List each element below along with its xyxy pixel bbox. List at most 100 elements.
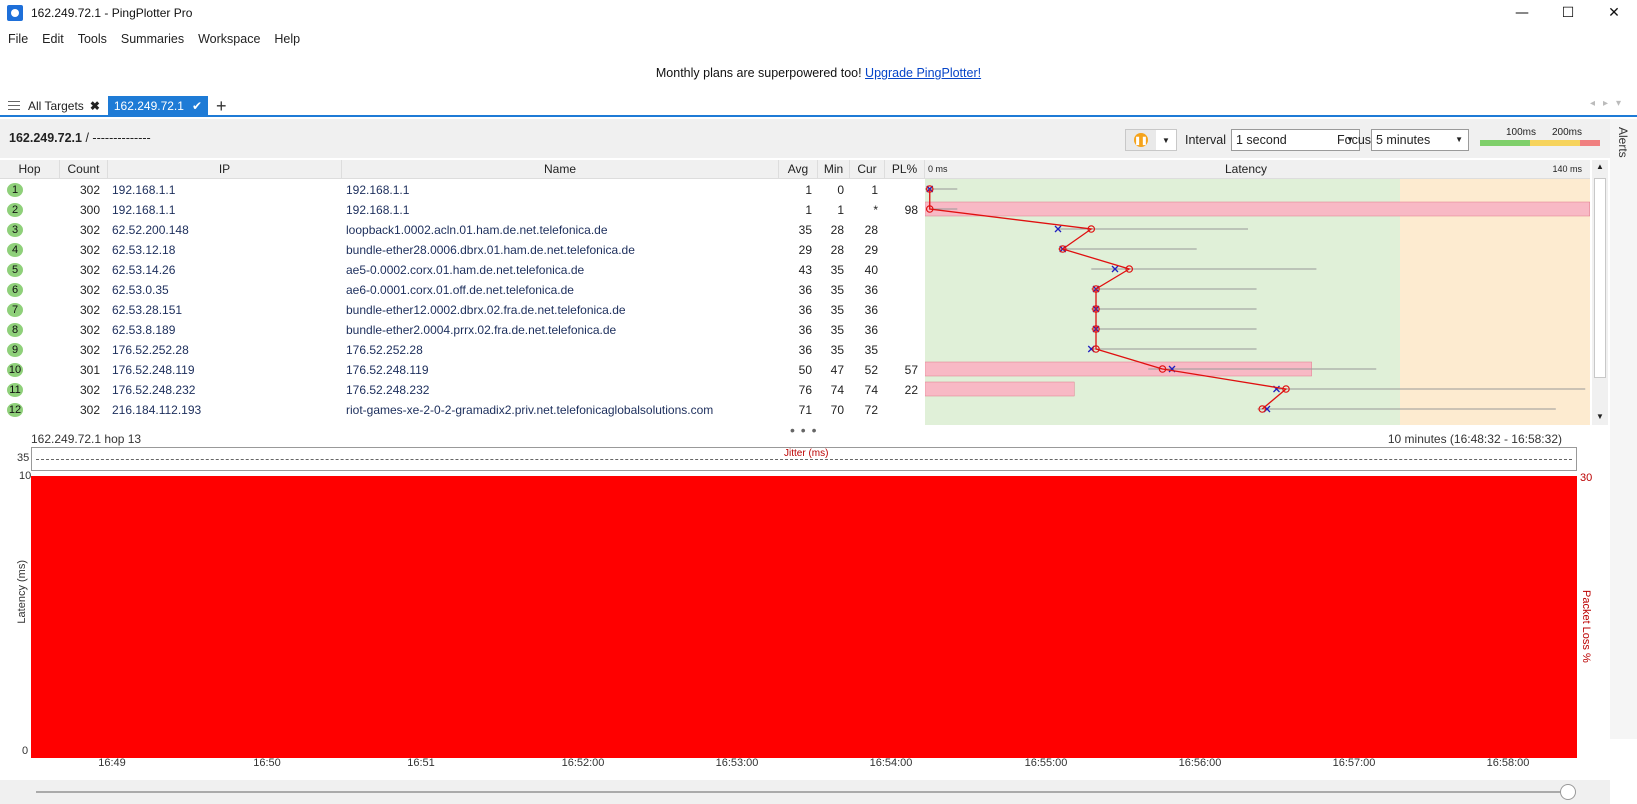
col-cur[interactable]: Cur [850,160,885,179]
table-row[interactable]: 1 302 192.168.1.1 192.168.1.1 1 0 1 [0,180,925,200]
cell-avg: 36 [798,303,812,317]
breadcrumb-name: -------------- [92,131,151,145]
alerts-sidebar[interactable]: Alerts [1610,119,1637,739]
cell-pl: 98 [904,203,918,217]
timeline-chart[interactable] [31,476,1577,758]
breadcrumb-target: 162.249.72.1 [9,131,82,145]
menu-file[interactable]: File [8,32,28,46]
cell-count: 302 [79,183,100,197]
cell-pl [888,320,918,340]
tab-all-targets-label: All Targets [28,98,84,113]
cell-count: 302 [79,323,100,337]
x-tick: 16:56:00 [1178,757,1222,769]
cell-ip: 176.52.248.232 [112,383,196,397]
cell-name: ae5-0.0002.corx.01.ham.de.net.telefonica… [346,263,585,277]
hop-number: 12 [7,403,23,417]
table-row[interactable]: 7 302 62.53.28.151 bundle-ether12.0002.dbrx… [0,300,925,320]
cell-count: 302 [79,263,100,277]
tab-target[interactable]: 162.249.72.1 ✔ [107,96,209,115]
col-avg[interactable]: Avg [779,160,818,179]
x-tick: 16:49 [98,757,126,769]
cell-cur: 52 [864,363,878,377]
cell-name: 192.168.1.1 [346,183,410,197]
latency-max-label: 140 ms [1552,164,1582,174]
cell-pl [888,300,918,320]
table-row[interactable]: 4 302 62.53.12.18 bundle-ether28.0006.dbrx.… [0,240,925,260]
cell-cur: 35 [864,343,878,357]
tab-scroll-arrows[interactable]: ◂▸▾ [1590,98,1629,109]
scroll-thumb[interactable] [1594,178,1606,378]
cell-min: 28 [830,223,844,237]
table-row[interactable]: 5 302 62.53.14.26 ae5-0.0002.corx.01.ham.de… [0,260,925,280]
hop-number: 4 [7,243,23,257]
tab-all-targets[interactable]: All Targets ✖ [0,96,108,115]
cell-cur: 36 [864,283,878,297]
check-icon: ✔ [191,98,203,113]
hop-number: 2 [7,203,23,217]
col-ip[interactable]: IP [108,160,342,179]
cell-min: 35 [830,303,844,317]
alerts-label: Alerts [1616,127,1630,158]
table-row[interactable]: 6 302 62.53.0.35 ae6-0.0001.corx.01.off.de.… [0,280,925,300]
cell-cur: * [873,203,878,217]
col-min[interactable]: Min [818,160,850,179]
y-max: 10 [19,470,32,482]
table-row[interactable]: 10 301 176.52.248.119 176.52.248.119 50 47 52 5… [0,360,925,380]
table-scrollbar[interactable]: ▲ ▼ [1592,160,1608,425]
table-row[interactable]: 11 302 176.52.248.232 176.52.248.232 76 74 74 2… [0,380,925,400]
cell-cur: 74 [864,383,878,397]
hop-number: 9 [7,343,23,357]
slider-handle[interactable] [1560,784,1576,800]
cell-name: 176.52.248.232 [346,383,430,397]
cell-avg: 35 [798,223,812,237]
menu-tools[interactable]: Tools [78,32,107,46]
legend-100: 100ms [1506,127,1537,138]
hop-number: 8 [7,323,23,337]
timeline-range[interactable]: 10 minutes (16:48:32 - 16:58:32) [1388,432,1562,446]
table-row[interactable]: 9 302 176.52.252.28 176.52.252.28 36 35 35 [0,340,925,360]
menu-help[interactable]: Help [274,32,300,46]
cell-min: 47 [830,363,844,377]
cell-name: bundle-ether12.0002.dbrx.02.fra.de.net.t… [346,303,626,317]
menu-edit[interactable]: Edit [42,32,64,46]
cell-ip: 216.184.112.193 [112,403,202,417]
toolbar: 162.249.72.1 / -------------- ❚❚ ▼ Inter… [0,119,1610,158]
upgrade-link[interactable]: Upgrade PingPlotter! [865,66,981,80]
latency-title: Latency [1225,162,1268,176]
y-axis-label: Latency (ms) [16,560,28,624]
pause-button[interactable]: ❚❚ ▼ [1125,129,1177,151]
cell-cur: 28 [864,223,878,237]
table-row[interactable]: 3 302 62.52.200.148 loopback1.0002.acln.01.… [0,220,925,240]
table-row[interactable]: 2 300 192.168.1.1 192.168.1.1 1 1 * 98 [0,200,925,220]
scroll-up-icon[interactable]: ▲ [1596,162,1604,171]
scroll-down-icon[interactable]: ▼ [1596,412,1604,421]
close-tab-icon[interactable]: ✖ [90,99,100,113]
time-slider[interactable] [0,780,1610,804]
cell-ip: 62.52.200.148 [112,223,189,237]
minimize-button[interactable]: — [1499,0,1545,25]
jitter-graph: Jitter (ms) [31,447,1577,471]
focus-select[interactable]: 5 minutes [1371,129,1469,151]
cell-name: riot-games-xe-2-0-2-gramadix2.priv.net.t… [346,403,714,417]
col-name[interactable]: Name [342,160,779,179]
add-tab-button[interactable]: + [216,97,227,115]
chevron-down-icon[interactable]: ▼ [1156,130,1176,150]
tab-bar: All Targets ✖ 162.249.72.1 ✔ + ◂▸▾ [0,96,1637,117]
table-row[interactable]: 8 302 62.53.8.189 bundle-ether2.0004.prrx.0… [0,320,925,340]
legend-green [1480,140,1530,146]
title-bar: 162.249.72.1 - PingPlotter Pro — ☐ ✕ [0,0,1637,25]
col-count[interactable]: Count [60,160,108,179]
col-hop[interactable]: Hop [0,160,60,179]
cell-min: 35 [830,323,844,337]
x-tick: 16:50 [253,757,281,769]
cell-avg: 1 [805,203,812,217]
legend-red [1580,140,1600,146]
table-row[interactable]: 12 302 216.184.112.193 riot-games-xe-2-0-2-… [0,400,925,420]
close-button[interactable]: ✕ [1591,0,1637,25]
col-pl[interactable]: PL% [885,160,925,179]
maximize-button[interactable]: ☐ [1545,0,1591,25]
menu-workspace[interactable]: Workspace [198,32,260,46]
legend-200: 200ms [1552,127,1583,138]
menu-summaries[interactable]: Summaries [121,32,184,46]
x-tick: 16:57:00 [1332,757,1376,769]
